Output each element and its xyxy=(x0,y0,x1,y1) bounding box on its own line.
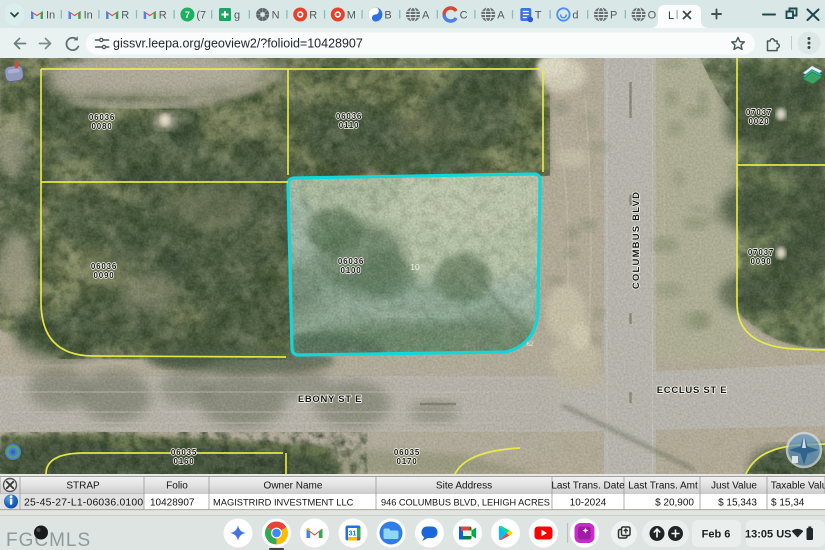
svg-text:0110: 0110 xyxy=(339,121,360,130)
svg-text:N: N xyxy=(272,10,280,22)
svg-text:$ 15,34: $ 15,34 xyxy=(771,498,805,509)
svg-text:0100: 0100 xyxy=(341,266,362,275)
svg-text:R: R xyxy=(159,10,167,22)
svg-text:$ 15,343: $ 15,343 xyxy=(718,498,757,509)
svg-text:FGCMLS: FGCMLS xyxy=(6,530,91,550)
svg-text:COLUMBUS BLVD: COLUMBUS BLVD xyxy=(631,191,642,289)
svg-text:06036: 06036 xyxy=(338,257,364,266)
svg-text:R: R xyxy=(121,10,129,22)
svg-text:Site Address: Site Address xyxy=(436,481,492,492)
svg-text:7: 7 xyxy=(185,10,190,20)
svg-text:06035: 06035 xyxy=(171,448,197,457)
svg-text:(7: (7 xyxy=(196,10,206,22)
svg-text:Folio: Folio xyxy=(166,481,188,492)
svg-text:EBONY ST E: EBONY ST E xyxy=(298,394,362,405)
svg-text:ECCLUS ST E: ECCLUS ST E xyxy=(657,385,728,396)
svg-text:06036: 06036 xyxy=(89,113,115,122)
svg-text:In: In xyxy=(84,10,93,22)
svg-text:O: O xyxy=(648,10,657,22)
svg-text:10428907: 10428907 xyxy=(150,498,195,509)
svg-text:25-45-27-L1-06036.0100: 25-45-27-L1-06036.0100 xyxy=(24,498,143,509)
svg-text:62: 62 xyxy=(526,341,534,348)
svg-text:Last Trans. Amt: Last Trans. Amt xyxy=(628,481,698,492)
svg-text:L: L xyxy=(668,10,674,22)
svg-text:31: 31 xyxy=(349,531,357,538)
svg-text:07037: 07037 xyxy=(746,108,772,117)
svg-text:06036: 06036 xyxy=(91,262,117,271)
svg-text:07037: 07037 xyxy=(748,248,774,257)
svg-text:06036: 06036 xyxy=(336,112,362,121)
svg-text:Taxable Valu: Taxable Valu xyxy=(771,481,825,492)
svg-text:STRAP: STRAP xyxy=(66,481,100,492)
svg-text:M: M xyxy=(347,10,356,22)
svg-text:R: R xyxy=(309,10,317,22)
svg-text:B: B xyxy=(384,10,391,22)
svg-text:In: In xyxy=(46,10,55,22)
svg-text:0020: 0020 xyxy=(749,117,770,126)
svg-text:10: 10 xyxy=(410,262,420,272)
svg-text:Feb 6: Feb 6 xyxy=(702,529,731,541)
svg-text:946 COLUMBUS BLVD, LEHIGH ACRE: 946 COLUMBUS BLVD, LEHIGH ACRES xyxy=(381,498,550,508)
svg-text:P: P xyxy=(610,10,617,22)
svg-text:10-2024: 10-2024 xyxy=(570,498,607,509)
svg-text:Owner Name: Owner Name xyxy=(264,481,323,492)
svg-text:$ 20,900: $ 20,900 xyxy=(655,498,694,509)
svg-text:13:05 US: 13:05 US xyxy=(745,529,791,541)
svg-text:d: d xyxy=(572,10,578,22)
svg-text:0080: 0080 xyxy=(92,122,113,131)
svg-text:Last Trans. Date: Last Trans. Date xyxy=(551,481,625,492)
svg-text:C: C xyxy=(460,10,468,22)
svg-text:A: A xyxy=(497,10,505,22)
svg-text:0170: 0170 xyxy=(397,457,418,466)
svg-text:0090: 0090 xyxy=(94,271,115,280)
svg-text:g: g xyxy=(234,10,240,22)
svg-text:T: T xyxy=(535,10,542,22)
svg-text:MAGISTRIRD INVESTMENT LLC: MAGISTRIRD INVESTMENT LLC xyxy=(213,498,354,508)
svg-text:0090: 0090 xyxy=(751,257,772,266)
svg-text:0160: 0160 xyxy=(174,457,195,466)
svg-text:gissvr.leepa.org/geoview2/?fol: gissvr.leepa.org/geoview2/?folioid=10428… xyxy=(113,37,363,51)
svg-text:Just Value: Just Value xyxy=(711,481,757,492)
svg-text:A: A xyxy=(422,10,430,22)
svg-text:06035: 06035 xyxy=(394,448,420,457)
